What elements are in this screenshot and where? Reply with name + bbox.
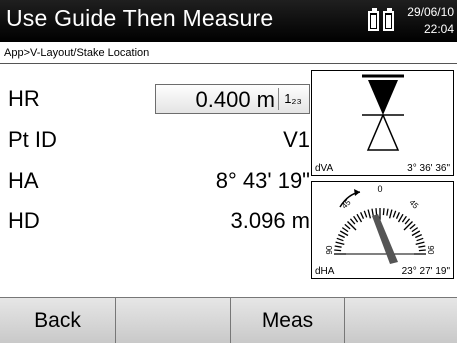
softkey-bar: Back Meas	[0, 297, 457, 343]
dial-tick	[418, 249, 426, 252]
dial-tick	[418, 245, 426, 248]
dial-tick	[411, 227, 419, 233]
dial-tick	[336, 237, 344, 242]
dial-tick	[404, 218, 411, 225]
horizontal-dial-icon: 0 45 45 90 90	[325, 184, 435, 264]
dial-tick	[335, 241, 345, 246]
dial-tick	[344, 223, 351, 230]
dial-tick	[409, 223, 416, 230]
battery-icon	[368, 8, 398, 34]
dial-tick	[338, 234, 345, 239]
dial-tick	[339, 230, 349, 237]
ha-label: HA	[8, 168, 39, 193]
dial-tick	[397, 213, 404, 223]
dial-tick	[334, 245, 342, 248]
dha-value: 23° 27' 19"	[401, 266, 450, 277]
page-title: Use Guide Then Measure	[6, 5, 274, 31]
dial-tick	[388, 209, 393, 219]
ha-value: 8° 43' 19"	[215, 168, 310, 193]
dial-tick	[416, 237, 424, 242]
horizontal-guide-panel: 0 45 45 90 90 dHA 23° 27' 19"	[311, 181, 454, 279]
softkey-4[interactable]	[345, 298, 457, 343]
hd-label: HD	[8, 208, 40, 233]
hr-value: 0.400 m	[195, 87, 276, 112]
breadcrumb: App>V-Layout/Stake Location	[0, 42, 457, 64]
dva-label: dVA	[315, 163, 334, 174]
hr-label: HR	[8, 86, 40, 111]
tick-label-top: 0	[377, 184, 382, 194]
dial-tick	[392, 210, 397, 218]
dial-tick	[395, 212, 400, 219]
vertical-guide-panel: dVA 3° 36' 36"	[311, 70, 454, 176]
hr-input[interactable]: 0.400 m 1₂₃	[155, 84, 310, 114]
vertical-hourglass-icon	[362, 74, 404, 151]
dial-tick	[341, 227, 349, 233]
tick-label-left: 90	[325, 245, 334, 254]
dial-tick	[415, 234, 422, 239]
dha-label: dHA	[315, 266, 335, 277]
numeric-keypad-icon[interactable]: 1₂₃	[278, 88, 307, 110]
dial-tick	[411, 230, 421, 237]
dial-tick	[360, 212, 365, 219]
title-bar: Use Guide Then Measure 29/06/10 22:04	[0, 0, 457, 42]
dial-tick	[401, 215, 407, 223]
date-text: 29/06/10	[407, 5, 454, 19]
dial-needle	[372, 214, 398, 264]
dial-tick	[353, 215, 359, 223]
dial-tick	[363, 210, 368, 218]
dva-value: 3° 36' 36"	[407, 163, 450, 174]
dial-tick	[386, 208, 389, 216]
dial-tick	[367, 209, 372, 219]
dial-tick	[347, 221, 357, 231]
dial-tick	[382, 208, 385, 216]
dial-tick	[334, 249, 342, 252]
time-text: 22:04	[423, 22, 454, 36]
dial-tick	[371, 208, 374, 216]
hd-value: 3.096 m	[230, 208, 311, 233]
battery-left-icon	[368, 8, 379, 31]
tick-label-upper-left: 45	[340, 198, 353, 211]
datetime: 29/06/10 22:04	[407, 4, 454, 38]
dial-tick	[375, 208, 378, 216]
meas-button[interactable]: Meas	[231, 298, 345, 343]
tick-label-right: 90	[426, 246, 435, 255]
dial-tick	[349, 218, 356, 225]
battery-right-icon	[383, 8, 394, 31]
pt-id-label: Pt ID	[8, 127, 57, 152]
softkey-2[interactable]	[116, 298, 231, 343]
tick-label-upper-right: 45	[407, 198, 420, 211]
pt-id-value: V1	[283, 127, 310, 152]
dial-tick	[415, 241, 425, 246]
dial-tick	[403, 221, 413, 231]
back-button[interactable]: Back	[0, 298, 116, 343]
dial-tick	[356, 213, 363, 223]
